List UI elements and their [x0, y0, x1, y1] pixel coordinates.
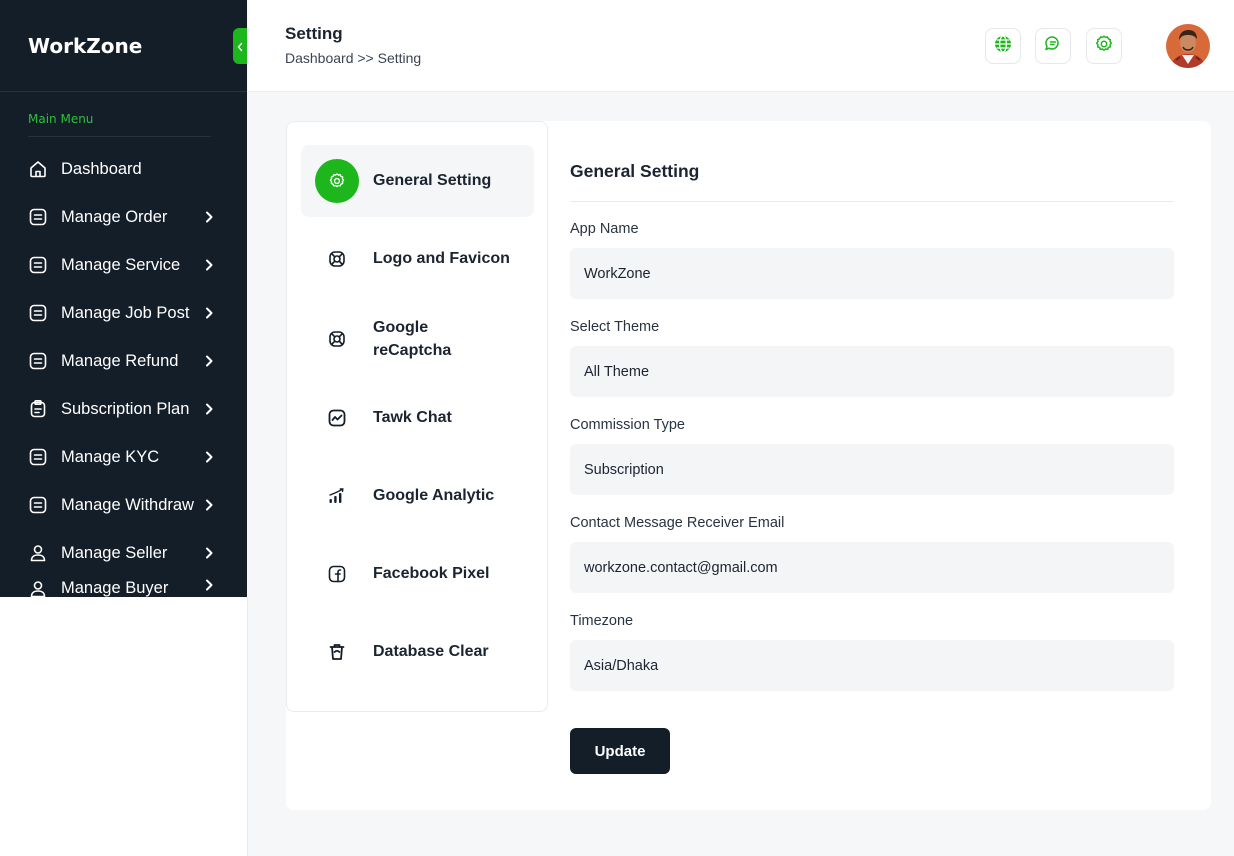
clipboard-icon [28, 399, 48, 419]
breadcrumb[interactable]: Dashboard >> Setting [285, 50, 421, 66]
signal-bars-icon [315, 474, 359, 518]
sidebar-item-subscription-plan[interactable]: Subscription Plan [0, 385, 247, 433]
app-name-input[interactable]: WorkZone [570, 248, 1174, 299]
contact-email-label: Contact Message Receiver Email [570, 515, 785, 531]
gear-icon [1094, 34, 1114, 58]
select-theme-label: Select Theme [570, 319, 660, 335]
list-icon [28, 303, 48, 323]
sidebar-item-manage-kyc[interactable]: Manage KYC [0, 433, 247, 481]
user-icon [28, 543, 48, 563]
sidebar-item-label: Manage Service [61, 255, 181, 274]
update-button[interactable]: Update [570, 728, 670, 774]
tab-label: Database Clear [373, 643, 489, 661]
commission-type-dropdown[interactable]: Subscription [570, 444, 1174, 495]
sidebar-item-label: Manage Order [61, 207, 168, 226]
tab-facebook-pixel[interactable]: Facebook Pixel [301, 538, 534, 610]
select-theme-dropdown[interactable]: All Theme [570, 346, 1174, 397]
list-icon [28, 495, 48, 515]
brand-logo[interactable]: WorkZone [0, 0, 247, 92]
sidebar-item-manage-seller[interactable]: Manage Seller [0, 529, 247, 577]
lifebuoy-icon [315, 317, 359, 361]
chevron-right-icon [203, 307, 213, 319]
sidebar-item-dashboard[interactable]: Dashboard [0, 145, 247, 193]
lifebuoy-icon [315, 237, 359, 281]
tab-label: Facebook Pixel [373, 565, 490, 583]
chevron-right-icon [203, 547, 213, 559]
settings-tabs-panel: General Setting Logo and Favicon Google … [286, 121, 548, 712]
list-icon [28, 255, 48, 275]
menu-caption: Main Menu [28, 112, 94, 126]
sidebar-item-manage-withdraw[interactable]: Manage Withdraw [0, 481, 247, 529]
tab-label: Google reCaptcha [373, 318, 452, 359]
user-icon [28, 579, 48, 597]
tab-label: Google Analytic [373, 487, 495, 505]
tab-general-setting[interactable]: General Setting [301, 145, 534, 217]
messages-button[interactable] [1035, 28, 1071, 64]
chevron-right-icon [203, 579, 213, 591]
commission-type-label: Commission Type [570, 417, 685, 433]
avatar[interactable] [1166, 24, 1210, 68]
sidebar-collapse-button[interactable] [233, 28, 247, 64]
tab-tawk-chat[interactable]: Tawk Chat [301, 382, 534, 454]
facebook-icon [315, 552, 359, 596]
tab-label: Tawk Chat [373, 409, 452, 427]
sidebar: WorkZone Main Menu Dashboard Manage Orde… [0, 0, 247, 597]
top-header: Setting Dashboard >> Setting [248, 0, 1234, 92]
tab-google-recaptcha[interactable]: Google reCaptcha [301, 303, 534, 375]
tab-label: General Setting [373, 172, 492, 190]
page-title: Setting [285, 24, 343, 43]
tab-logo-and-favicon[interactable]: Logo and Favicon [301, 223, 534, 295]
chevron-right-icon [203, 499, 213, 511]
sidebar-item-label: Dashboard [61, 159, 142, 178]
sidebar-item-label: Manage Refund [61, 351, 179, 370]
chevron-right-icon [203, 355, 213, 367]
chevron-right-icon [203, 451, 213, 463]
form-title: General Setting [570, 161, 700, 181]
language-button[interactable] [985, 28, 1021, 64]
sidebar-item-label: Manage Seller [61, 543, 168, 562]
sidebar-item-label: Manage Buyer [61, 579, 169, 597]
sidebar-item-label: Subscription Plan [61, 399, 190, 418]
chevron-right-icon [203, 211, 213, 223]
app-name-label: App Name [570, 221, 639, 237]
trash-icon [315, 630, 359, 674]
timezone-dropdown[interactable]: Asia/Dhaka [570, 640, 1174, 691]
activity-icon [315, 396, 359, 440]
main-menu: Dashboard Manage Order Manage Service Ma… [0, 137, 247, 597]
list-icon [28, 447, 48, 467]
form-divider [570, 201, 1174, 202]
chevron-right-icon [203, 259, 213, 271]
chat-icon [1043, 34, 1063, 58]
sidebar-item-manage-job-post[interactable]: Manage Job Post [0, 289, 247, 337]
sidebar-item-label: Manage Withdraw [61, 495, 194, 514]
list-icon [28, 207, 48, 227]
sidebar-item-manage-refund[interactable]: Manage Refund [0, 337, 247, 385]
timezone-label: Timezone [570, 613, 634, 629]
tab-google-analytic[interactable]: Google Analytic [301, 460, 534, 532]
sidebar-item-label: Manage KYC [61, 447, 160, 466]
sidebar-item-label: Manage Job Post [61, 303, 190, 322]
tab-database-clear[interactable]: Database Clear [301, 616, 534, 688]
sidebar-item-manage-service[interactable]: Manage Service [0, 241, 247, 289]
chevron-right-icon [203, 403, 213, 415]
chevron-left-icon [237, 37, 243, 56]
gear-icon [315, 159, 359, 203]
tab-label: Logo and Favicon [373, 250, 510, 268]
home-icon [28, 159, 48, 179]
settings-button[interactable] [1086, 28, 1122, 64]
sidebar-item-manage-order[interactable]: Manage Order [0, 193, 247, 241]
sidebar-item-manage-buyer[interactable]: Manage Buyer [0, 577, 247, 597]
globe-icon [993, 34, 1013, 58]
sidebar-empty-area [0, 597, 248, 856]
contact-email-input[interactable]: workzone.contact@gmail.com [570, 542, 1174, 593]
list-icon [28, 351, 48, 371]
